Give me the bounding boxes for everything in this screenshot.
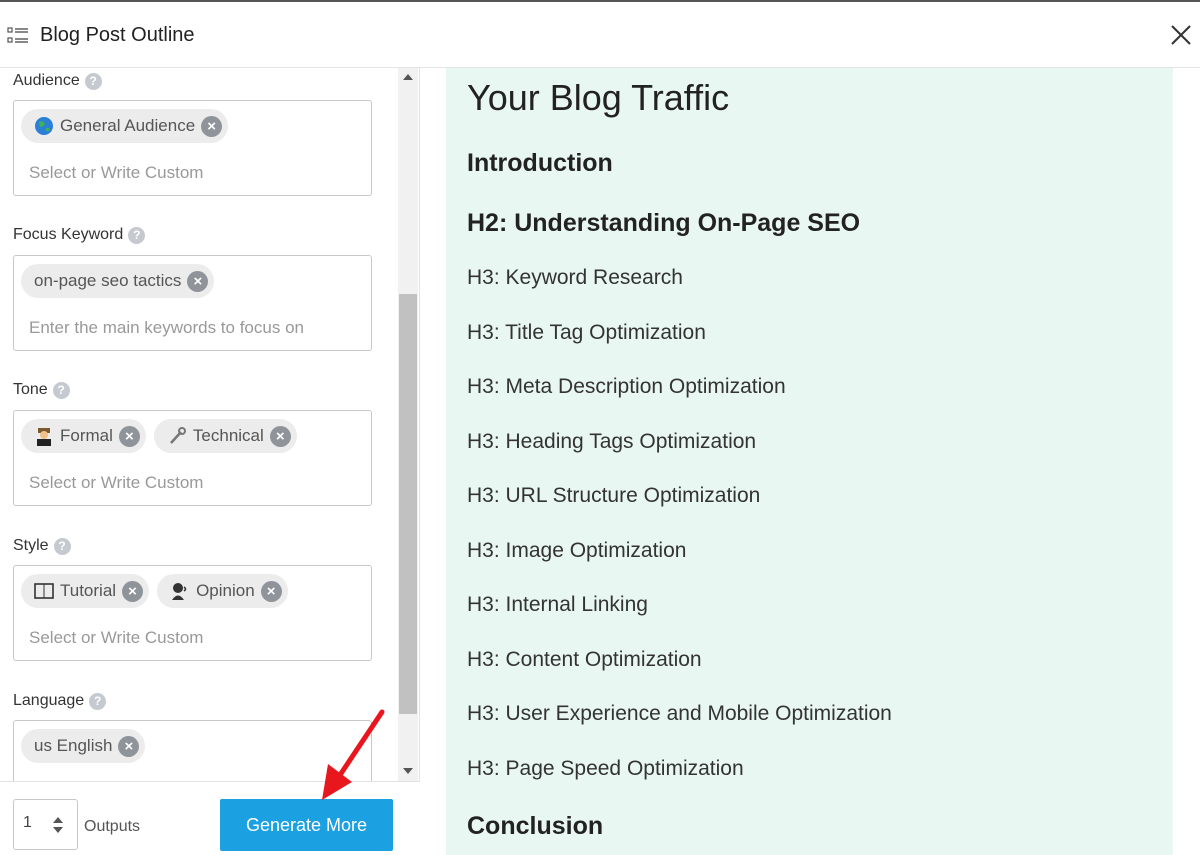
outline-subheading: H3: Heading Tags Optimization: [467, 430, 757, 453]
chip-technical: Technical ×: [153, 419, 297, 453]
remove-chip-icon[interactable]: ×: [201, 115, 223, 137]
outline-subheading: H3: Title Tag Optimization: [467, 321, 706, 344]
outline-subheading: H3: Meta Description Optimization: [467, 375, 786, 398]
help-icon[interactable]: ?: [128, 226, 146, 244]
outline-subheading: H3: Content Optimization: [467, 648, 702, 671]
remove-chip-icon[interactable]: ×: [187, 270, 209, 292]
remove-chip-icon[interactable]: ×: [118, 425, 140, 447]
focus-keyword-placeholder: Enter the main keywords to focus on: [29, 318, 304, 337]
remove-chip-icon[interactable]: ×: [269, 425, 291, 447]
book-icon: [34, 581, 54, 601]
outline-subheading: H3: Keyword Research: [467, 266, 683, 289]
scroll-up-icon[interactable]: [403, 74, 413, 80]
style-label: Style?: [13, 537, 71, 555]
focus-keyword-field[interactable]: on-page seo tactics × Enter the main key…: [13, 255, 372, 351]
outline-heading: Conclusion: [467, 812, 604, 840]
outline-subheading: H3: Page Speed Optimization: [467, 757, 744, 780]
chip-focus-keyword: on-page seo tactics ×: [21, 264, 215, 298]
remove-chip-icon[interactable]: ×: [122, 580, 144, 602]
outline-heading: H2: Understanding On-Page SEO: [467, 209, 861, 237]
help-icon[interactable]: ?: [52, 381, 70, 399]
chip-formal: Formal ×: [21, 419, 146, 453]
chip-tutorial: Tutorial ×: [21, 574, 150, 608]
globe-icon: [34, 116, 54, 136]
outputs-label: Outputs: [84, 818, 141, 835]
wrench-icon: [167, 426, 187, 446]
generate-more-button[interactable]: Generate More: [220, 799, 393, 851]
outline-subheading: H3: Internal Linking: [467, 593, 648, 616]
tone-label: Tone?: [13, 381, 70, 399]
remove-chip-icon[interactable]: ×: [260, 580, 282, 602]
stepper-arrows-icon[interactable]: [52, 815, 64, 835]
settings-panel: Audience? General Audience × Select or W…: [0, 68, 420, 855]
settings-scrollbar[interactable]: [398, 68, 418, 781]
language-field[interactable]: us English ×: [13, 720, 372, 781]
dialog-title: Blog Post Outline: [40, 24, 195, 46]
audience-placeholder: Select or Write Custom: [29, 163, 204, 182]
audience-field[interactable]: General Audience × Select or Write Custo…: [13, 100, 372, 196]
outline-title: Your Blog Traffic: [467, 77, 730, 118]
help-icon[interactable]: ?: [84, 72, 102, 90]
close-icon[interactable]: [1168, 22, 1194, 48]
style-field[interactable]: Tutorial × Opinion × Select or Write Cus…: [13, 565, 372, 661]
style-placeholder: Select or Write Custom: [29, 628, 204, 647]
chip-language: us English ×: [21, 729, 146, 763]
outline-subheading: H3: Image Optimization: [467, 539, 687, 562]
outline-subheading: H3: URL Structure Optimization: [467, 484, 761, 507]
help-icon[interactable]: ?: [89, 692, 107, 710]
list-icon: [7, 27, 28, 43]
settings-scroll-area[interactable]: Audience? General Audience × Select or W…: [0, 68, 398, 781]
focus-keyword-label: Focus Keyword?: [13, 226, 146, 244]
outputs-value: 1: [23, 814, 32, 831]
scroll-down-icon[interactable]: [403, 768, 413, 774]
tone-field[interactable]: Formal × Technical × Select or Write Cus…: [13, 410, 372, 506]
language-label: Language?: [13, 692, 107, 710]
outline-subheading: H3: User Experience and Mobile Optimizat…: [467, 702, 892, 725]
outline-heading: Introduction: [467, 149, 613, 177]
scrollbar-thumb[interactable]: [399, 294, 417, 714]
tone-placeholder: Select or Write Custom: [29, 473, 204, 492]
chip-opinion: Opinion ×: [157, 574, 288, 608]
remove-chip-icon[interactable]: ×: [118, 735, 140, 757]
audience-label: Audience?: [13, 72, 102, 90]
dialog-header: Blog Post Outline: [0, 2, 1200, 68]
outline-preview: Your Blog Traffic Introduction H2: Under…: [446, 68, 1173, 855]
help-icon[interactable]: ?: [53, 537, 71, 555]
outputs-stepper[interactable]: 1: [13, 799, 78, 850]
speaker-icon: [170, 581, 190, 601]
chip-general-audience: General Audience ×: [21, 109, 229, 143]
judge-icon: [34, 426, 54, 446]
footer-bar: 1 Outputs Generate More: [0, 781, 420, 855]
